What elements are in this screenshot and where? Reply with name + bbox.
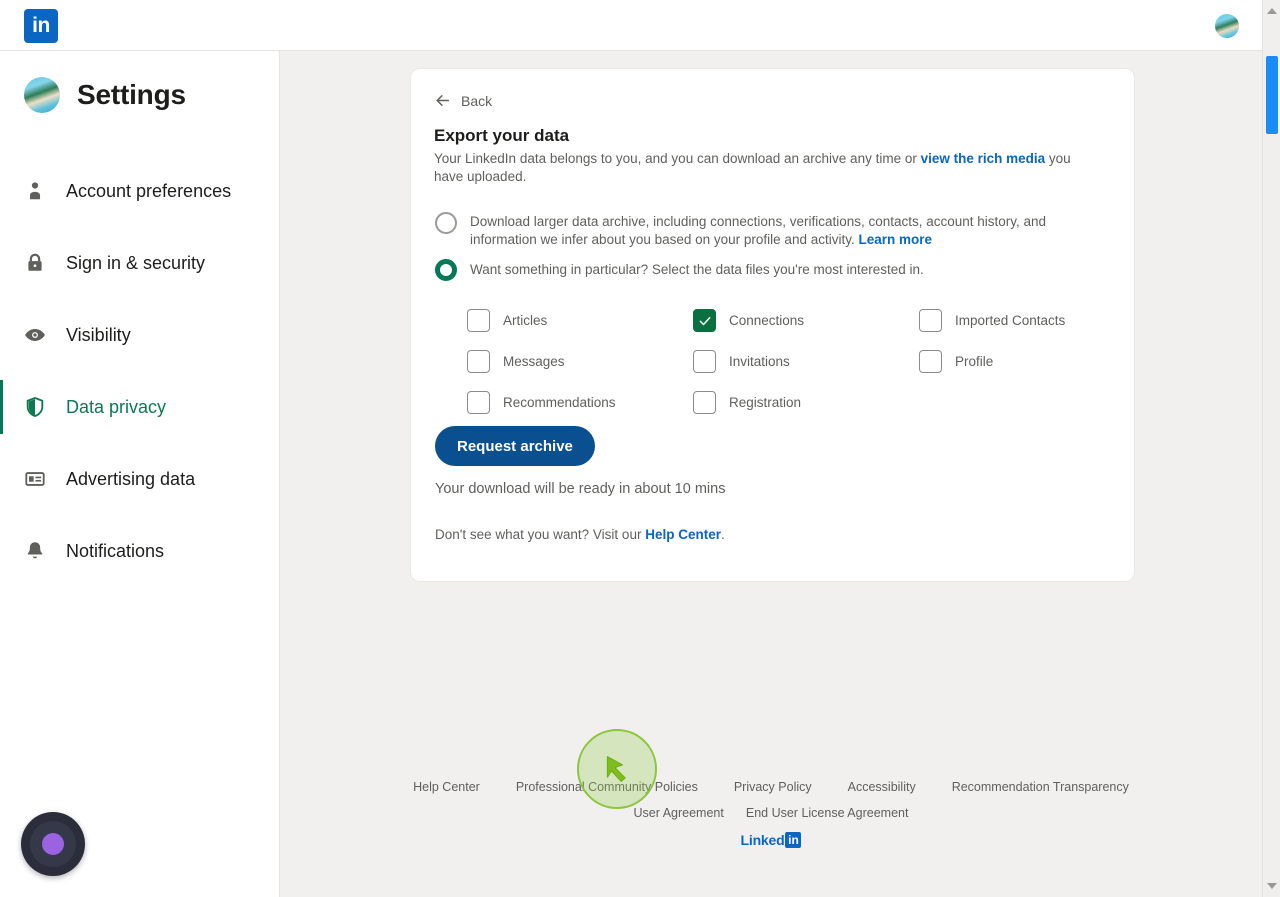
description-text-1: Your LinkedIn data belongs to you, and y… xyxy=(434,151,921,166)
shield-icon xyxy=(24,396,46,418)
sidebar-item-label: Advertising data xyxy=(66,468,196,489)
sidebar-item-data-privacy[interactable]: Data privacy xyxy=(0,371,280,443)
footer-logo-word: Linked xyxy=(740,832,785,848)
cursor-arrow-icon xyxy=(606,756,626,782)
checkbox-messages[interactable]: Messages xyxy=(467,341,693,382)
lock-icon xyxy=(24,252,46,274)
top-navigation-bar: in xyxy=(0,0,1262,51)
sidebar-item-label: Sign in & security xyxy=(66,252,206,273)
checkbox-box[interactable] xyxy=(467,391,490,414)
back-label: Back xyxy=(461,92,493,109)
check-icon xyxy=(699,316,710,325)
sidebar-item-sign-in-security[interactable]: Sign in & security xyxy=(0,227,280,299)
help-center-link[interactable]: Help Center xyxy=(645,527,721,542)
person-icon xyxy=(24,180,46,202)
help-prefix: Don't see what you want? Visit our xyxy=(435,527,646,542)
scroll-up-arrow-icon[interactable] xyxy=(1263,2,1280,20)
sidebar-item-notifications[interactable]: Notifications xyxy=(0,515,280,587)
avatar[interactable] xyxy=(1215,14,1239,38)
checkbox-label: Recommendations xyxy=(503,395,616,410)
option-larger-archive-label: Download larger data archive, including … xyxy=(470,212,1095,249)
ad-card-icon xyxy=(24,468,46,490)
footer-link-user-agreement[interactable]: User Agreement xyxy=(634,806,724,820)
checkbox-invitations[interactable]: Invitations xyxy=(693,341,919,382)
settings-sidebar: Settings Account preferences Sign in & s… xyxy=(0,51,280,897)
sidebar-item-advertising-data[interactable]: Advertising data xyxy=(0,443,280,515)
checkbox-label: Imported Contacts xyxy=(955,313,1066,328)
checkbox-label: Messages xyxy=(503,354,565,369)
checkbox-box[interactable] xyxy=(693,309,716,332)
sidebar-item-label: Notifications xyxy=(66,540,165,561)
settings-header: Settings xyxy=(24,77,186,113)
card-title: Export your data xyxy=(434,126,570,145)
sidebar-avatar xyxy=(24,77,60,113)
card-description: Your LinkedIn data belongs to you, and y… xyxy=(434,150,1092,186)
checkbox-articles[interactable]: Articles xyxy=(467,300,693,341)
footer-link-recommendation-transparency[interactable]: Recommendation Transparency xyxy=(952,780,1129,794)
checkbox-box[interactable] xyxy=(467,350,490,373)
learn-more-link[interactable]: Learn more xyxy=(858,232,932,247)
sidebar-item-account-preferences[interactable]: Account preferences xyxy=(0,155,280,227)
sidebar-nav: Account preferences Sign in & security V… xyxy=(0,155,280,587)
linkedin-footer-logo: Linked in xyxy=(280,832,1262,848)
page-footer: Help Center Professional Community Polic… xyxy=(280,780,1262,848)
download-status-text: Your download will be ready in about 10 … xyxy=(435,481,726,497)
option-specific-files[interactable]: Want something in particular? Select the… xyxy=(435,259,1095,281)
radio-specific-files[interactable] xyxy=(435,259,457,281)
footer-link-accessibility[interactable]: Accessibility xyxy=(848,780,916,794)
checkbox-label: Connections xyxy=(729,313,805,328)
scrollbar-thumb[interactable] xyxy=(1266,56,1278,134)
footer-link-help-center[interactable]: Help Center xyxy=(413,780,480,794)
option-text: Download larger data archive, including … xyxy=(470,214,1047,247)
footer-logo-square-icon: in xyxy=(785,832,802,848)
back-button[interactable]: Back xyxy=(434,92,492,109)
arrow-left-icon xyxy=(434,92,451,109)
bell-icon xyxy=(24,540,46,562)
footer-row-2: User Agreement End User License Agreemen… xyxy=(280,806,1262,820)
checkbox-box[interactable] xyxy=(467,309,490,332)
sidebar-item-visibility[interactable]: Visibility xyxy=(0,299,280,371)
checkbox-registration[interactable]: Registration xyxy=(693,382,919,423)
radio-larger-archive[interactable] xyxy=(435,212,457,234)
checkbox-box[interactable] xyxy=(693,350,716,373)
request-archive-button[interactable]: Request archive xyxy=(435,426,595,466)
checkbox-label: Articles xyxy=(503,313,548,328)
option-larger-archive[interactable]: Download larger data archive, including … xyxy=(435,212,1095,249)
sidebar-item-label: Account preferences xyxy=(66,180,232,201)
recorder-inner-ring xyxy=(30,821,76,867)
footer-link-eula[interactable]: End User License Agreement xyxy=(746,806,909,820)
page-root: in Settings Account preferences Sign in … xyxy=(0,0,1280,897)
checkbox-box[interactable] xyxy=(919,350,942,373)
checkbox-box[interactable] xyxy=(919,309,942,332)
export-data-card: Back Export your data Your LinkedIn data… xyxy=(410,68,1135,582)
sidebar-item-label: Visibility xyxy=(66,324,131,345)
checkbox-label: Registration xyxy=(729,395,802,410)
screen-recorder-widget[interactable] xyxy=(21,812,85,876)
checkbox-label: Invitations xyxy=(729,354,790,369)
view-rich-media-link[interactable]: view the rich media xyxy=(921,151,1046,166)
checkbox-connections[interactable]: Connections xyxy=(693,300,919,341)
sidebar-item-label: Data privacy xyxy=(66,396,167,417)
vertical-scrollbar[interactable] xyxy=(1262,0,1280,897)
eye-icon xyxy=(24,324,46,346)
cursor-click-indicator xyxy=(577,729,657,809)
data-file-checkbox-grid: Articles Connections Imported Contacts M… xyxy=(467,300,1107,423)
help-center-line: Don't see what you want? Visit our Help … xyxy=(435,527,725,542)
checkbox-recommendations[interactable]: Recommendations xyxy=(467,382,693,423)
checkbox-label: Profile xyxy=(955,354,994,369)
help-suffix: . xyxy=(720,527,725,542)
checkbox-box[interactable] xyxy=(693,391,716,414)
footer-row-1: Help Center Professional Community Polic… xyxy=(280,780,1262,794)
footer-link-privacy-policy[interactable]: Privacy Policy xyxy=(734,780,812,794)
scroll-down-arrow-icon[interactable] xyxy=(1263,877,1280,895)
page-title: Settings xyxy=(77,79,186,110)
checkbox-profile[interactable]: Profile xyxy=(919,341,1107,382)
linkedin-logo-icon[interactable]: in xyxy=(24,9,58,43)
checkbox-imported-contacts[interactable]: Imported Contacts xyxy=(919,300,1107,341)
record-dot-icon[interactable] xyxy=(42,833,64,855)
option-specific-files-label: Want something in particular? Select the… xyxy=(470,262,924,277)
